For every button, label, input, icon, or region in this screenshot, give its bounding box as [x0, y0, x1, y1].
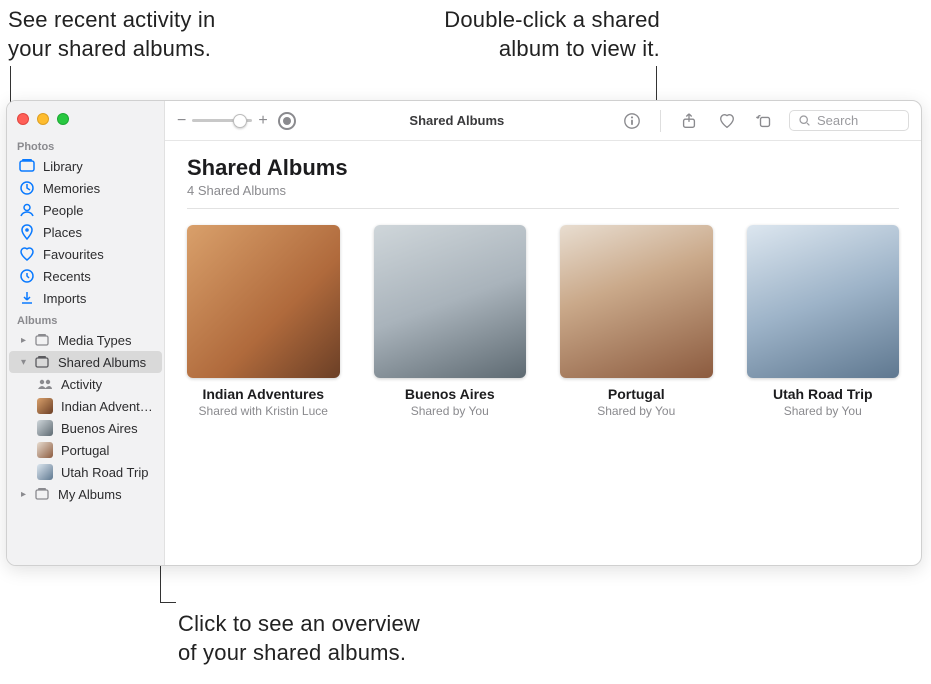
- filter-button[interactable]: [278, 112, 296, 130]
- album-thumb-icon: [37, 420, 53, 436]
- album-icon: [34, 332, 50, 348]
- content: Shared Albums 4 Shared Albums Indian Adv…: [165, 141, 921, 432]
- album-tile[interactable]: Portugal Shared by You: [560, 225, 713, 418]
- search-input[interactable]: Search: [789, 110, 909, 131]
- sidebar-label: Memories: [43, 181, 100, 196]
- sidebar-item-recents[interactable]: Recents: [9, 265, 162, 287]
- sidebar-item-shared-child[interactable]: Utah Road Trip: [9, 461, 162, 483]
- sidebar-item-places[interactable]: Places: [9, 221, 162, 243]
- minimize-icon[interactable]: [37, 113, 49, 125]
- zoom-minus-icon: −: [177, 112, 186, 130]
- sidebar-label: Indian Advent…: [61, 399, 153, 414]
- favourite-button[interactable]: [713, 109, 741, 133]
- sidebar-label: Imports: [43, 291, 86, 306]
- album-icon: [34, 486, 50, 502]
- toolbar: − + Shared Albums: [165, 101, 921, 141]
- sidebar-section-albums: Albums: [7, 309, 164, 329]
- people-icon: [19, 202, 35, 218]
- heart-icon: [19, 246, 35, 262]
- album-cover: [747, 225, 900, 378]
- rotate-button[interactable]: [751, 109, 779, 133]
- main-area: − + Shared Albums: [165, 101, 921, 565]
- sidebar-item-library[interactable]: Library: [9, 155, 162, 177]
- album-tile[interactable]: Buenos Aires Shared by You: [374, 225, 527, 418]
- divider: [187, 208, 899, 209]
- sidebar-label: Activity: [61, 377, 102, 392]
- download-icon: [19, 290, 35, 306]
- sidebar-label: Recents: [43, 269, 91, 284]
- info-button[interactable]: [618, 109, 646, 133]
- activity-icon: [37, 376, 53, 392]
- shared-album-icon: [34, 354, 50, 370]
- album-title: Portugal: [560, 386, 713, 402]
- sidebar-label: My Albums: [58, 487, 122, 502]
- zoom-icon[interactable]: [57, 113, 69, 125]
- sidebar-item-my-albums[interactable]: ▸ My Albums: [9, 483, 162, 505]
- sidebar-label: People: [43, 203, 83, 218]
- sidebar-item-shared-child[interactable]: Indian Advent…: [9, 395, 162, 417]
- sidebar-label: Library: [43, 159, 83, 174]
- sidebar-item-activity[interactable]: Activity: [9, 373, 162, 395]
- sidebar-section-photos: Photos: [7, 135, 164, 155]
- chevron-right-icon: ▸: [19, 335, 28, 346]
- album-cover: [374, 225, 527, 378]
- sidebar: Photos Library Memories People Places: [7, 101, 165, 565]
- library-icon: [19, 158, 35, 174]
- chevron-right-icon: ▸: [19, 489, 28, 500]
- clock-icon: [19, 268, 35, 284]
- photos-window: Photos Library Memories People Places: [6, 100, 922, 566]
- page-title: Shared Albums: [187, 155, 899, 181]
- album-meta: Shared by You: [560, 404, 713, 418]
- album-cover: [187, 225, 340, 378]
- sidebar-item-people[interactable]: People: [9, 199, 162, 221]
- callout-activity: See recent activity inyour shared albums…: [8, 6, 288, 63]
- memories-icon: [19, 180, 35, 196]
- slider-track[interactable]: [192, 119, 252, 122]
- sidebar-label: Portugal: [61, 443, 109, 458]
- sidebar-label: Media Types: [58, 333, 131, 348]
- album-grid: Indian Adventures Shared with Kristin Lu…: [187, 225, 899, 418]
- album-thumb-icon: [37, 398, 53, 414]
- slider-knob[interactable]: [233, 114, 247, 128]
- sidebar-item-memories[interactable]: Memories: [9, 177, 162, 199]
- album-thumb-icon: [37, 464, 53, 480]
- chevron-down-icon: ▾: [19, 357, 28, 368]
- window-traffic-lights[interactable]: [7, 107, 164, 135]
- toolbar-title: Shared Albums: [409, 113, 504, 128]
- zoom-plus-icon: +: [258, 112, 267, 130]
- sidebar-item-shared-albums[interactable]: ▾ Shared Albums: [9, 351, 162, 373]
- sidebar-item-shared-child[interactable]: Buenos Aires: [9, 417, 162, 439]
- callout-open-album: Double-click a sharedalbum to view it.: [340, 6, 660, 63]
- sidebar-item-shared-child[interactable]: Portugal: [9, 439, 162, 461]
- album-meta: Shared with Kristin Luce: [187, 404, 340, 418]
- sidebar-item-imports[interactable]: Imports: [9, 287, 162, 309]
- page-subtitle: 4 Shared Albums: [187, 183, 899, 198]
- sidebar-label: Places: [43, 225, 82, 240]
- close-icon[interactable]: [17, 113, 29, 125]
- album-meta: Shared by You: [747, 404, 900, 418]
- album-title: Buenos Aires: [374, 386, 527, 402]
- places-icon: [19, 224, 35, 240]
- album-cover: [560, 225, 713, 378]
- sidebar-label: Utah Road Trip: [61, 465, 148, 480]
- album-tile[interactable]: Indian Adventures Shared with Kristin Lu…: [187, 225, 340, 418]
- sidebar-item-media-types[interactable]: ▸ Media Types: [9, 329, 162, 351]
- sidebar-label: Shared Albums: [58, 355, 146, 370]
- album-tile[interactable]: Utah Road Trip Shared by You: [747, 225, 900, 418]
- sidebar-label: Favourites: [43, 247, 104, 262]
- album-thumb-icon: [37, 442, 53, 458]
- sidebar-label: Buenos Aires: [61, 421, 138, 436]
- search-icon: [798, 114, 811, 127]
- album-title: Utah Road Trip: [747, 386, 900, 402]
- toolbar-divider: [660, 110, 661, 132]
- album-title: Indian Adventures: [187, 386, 340, 402]
- sidebar-item-favourites[interactable]: Favourites: [9, 243, 162, 265]
- album-meta: Shared by You: [374, 404, 527, 418]
- callout-line: [160, 602, 176, 603]
- zoom-slider[interactable]: − +: [177, 112, 268, 130]
- search-placeholder: Search: [817, 113, 858, 128]
- callout-overview: Click to see an overviewof your shared a…: [178, 610, 498, 667]
- share-button[interactable]: [675, 109, 703, 133]
